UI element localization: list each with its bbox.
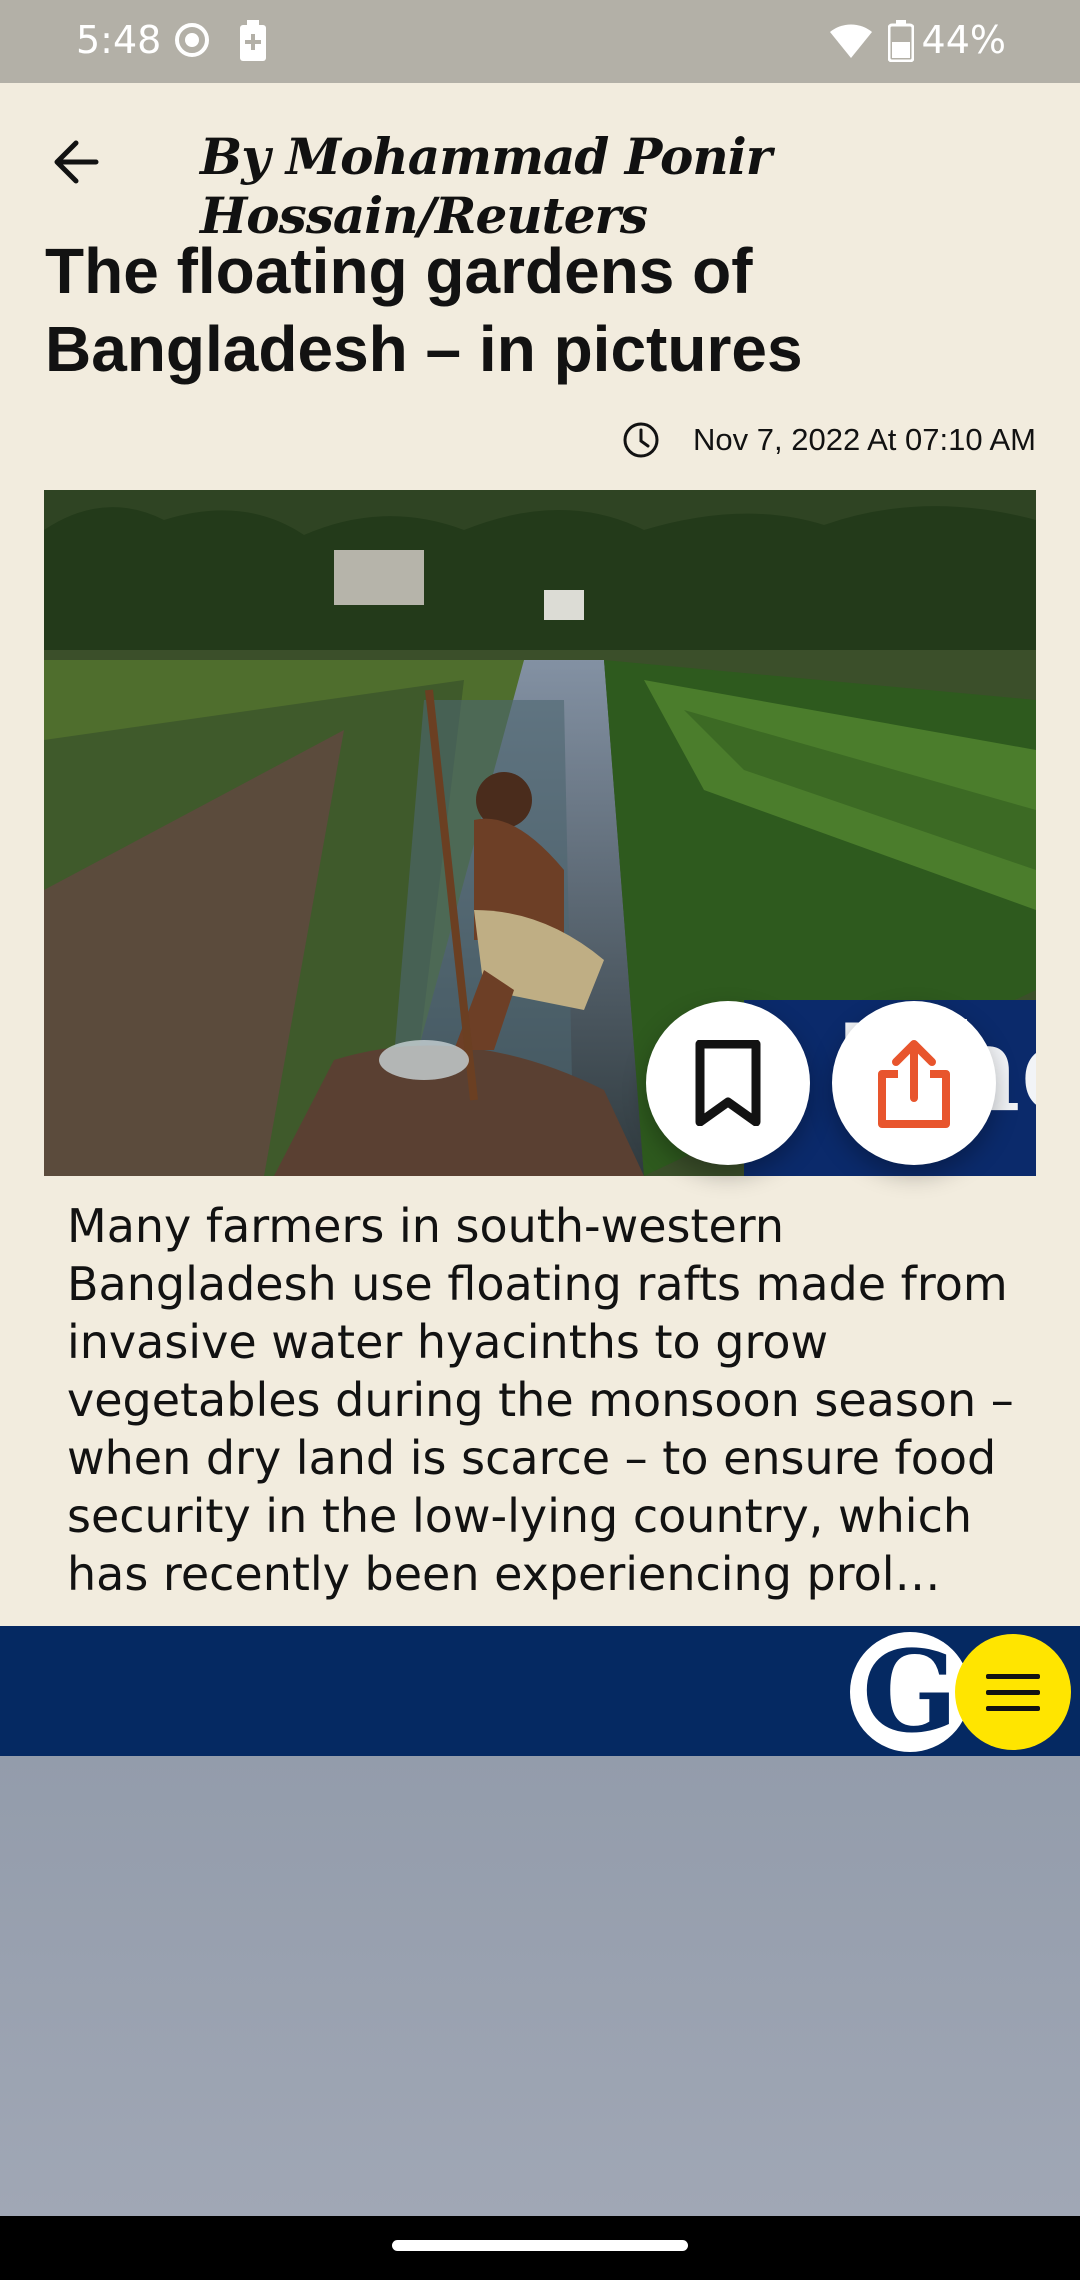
hamburger-menu-icon [986, 1673, 1040, 1679]
wifi-icon [830, 24, 872, 58]
battery-percent: 44% [921, 18, 1006, 62]
bookmark-icon [695, 1040, 761, 1126]
guardian-logo[interactable]: G [850, 1626, 970, 1758]
publish-date: Nov 7, 2022 At 07:10 AM [693, 422, 1036, 457]
share-button[interactable] [832, 1001, 996, 1165]
guardian-logo-letter: G [862, 1626, 958, 1758]
article-summary: Many farmers in south-western Bangladesh… [67, 1199, 1014, 1601]
date-row: Nov 7, 2022 At 07:10 AM [621, 420, 1036, 460]
byline: By Mohammad Ponir Hossain/Reuters [200, 127, 772, 245]
battery-saver-icon [240, 20, 266, 61]
bookmark-button[interactable] [646, 1001, 810, 1165]
system-nav-bar [0, 2216, 1080, 2280]
status-time: 5:48 [76, 18, 162, 62]
record-icon [175, 23, 209, 57]
article-header: By Mohammad Ponir Hossain/Reuters [0, 83, 1080, 245]
arrow-left-icon[interactable] [46, 131, 108, 193]
clock-icon [623, 422, 659, 458]
battery-icon [888, 20, 914, 62]
status-bar: 5:48 44% [0, 0, 1080, 83]
hamburger-line [986, 1705, 1040, 1711]
content-placeholder [0, 1756, 1080, 2216]
share-icon [878, 1040, 950, 1128]
menu-button[interactable] [955, 1634, 1071, 1750]
article-title: The floating gardens of Bangladesh – in … [45, 235, 803, 385]
home-gesture-handle[interactable] [392, 2240, 688, 2251]
hamburger-line [986, 1689, 1040, 1695]
brand-bar: G [0, 1626, 1080, 1758]
